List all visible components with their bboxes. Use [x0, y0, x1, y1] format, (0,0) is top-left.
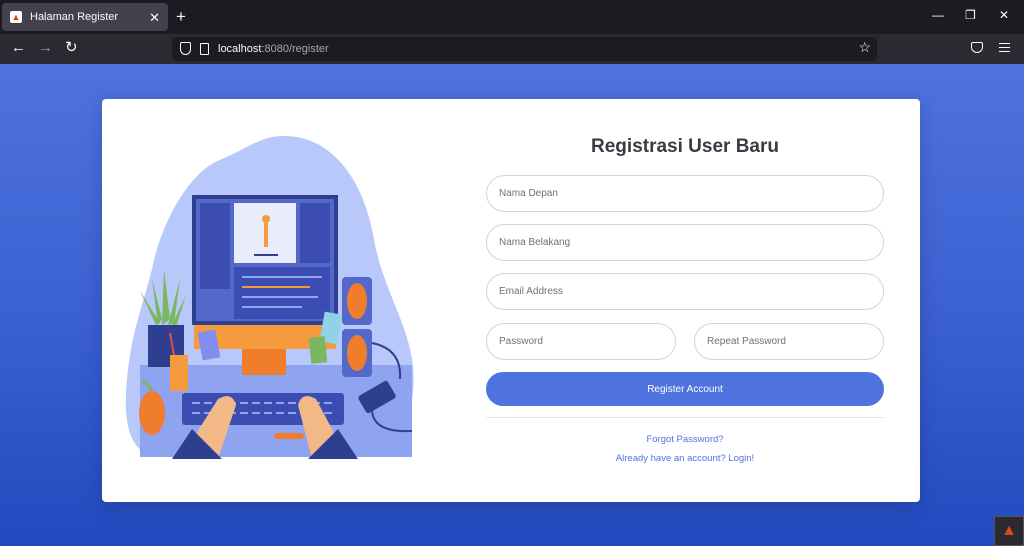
page-icon[interactable]	[200, 43, 209, 55]
page-background: Registrasi User Baru Register Account Fo…	[0, 64, 1024, 546]
plus-icon[interactable]: +	[176, 8, 186, 25]
url-text[interactable]: localhost:8080/register	[218, 43, 329, 55]
last-name-input[interactable]	[487, 225, 883, 260]
arrow-left-icon[interactable]: ←	[11, 40, 26, 55]
reload-icon[interactable]: ↻	[65, 40, 78, 55]
restore-icon[interactable]: ❐	[965, 9, 976, 21]
codeigniter-flame-icon: ▲	[1001, 522, 1017, 539]
divider	[486, 417, 884, 418]
tab-title: Halaman Register	[30, 11, 119, 23]
hamburger-menu-icon[interactable]	[999, 43, 1010, 52]
email-field[interactable]	[486, 273, 884, 310]
codeigniter-flame-icon: ▲	[10, 11, 22, 23]
password-input[interactable]	[487, 324, 675, 359]
tab-bar: ▲ Halaman Register ✕ + — ❐ ✕	[0, 0, 1024, 34]
shield-icon[interactable]	[180, 42, 191, 55]
url-path: :8080/register	[261, 43, 329, 55]
email-input[interactable]	[487, 274, 883, 309]
minimize-icon[interactable]: —	[932, 9, 944, 21]
repeat-password-input[interactable]	[695, 324, 883, 359]
close-icon[interactable]: ✕	[149, 11, 160, 24]
register-card: Registrasi User Baru Register Account Fo…	[102, 99, 920, 502]
password-field[interactable]	[486, 323, 676, 360]
page-title: Registrasi User Baru	[591, 136, 779, 157]
arrow-right-icon[interactable]: →	[38, 40, 53, 55]
codeigniter-toolbar-icon[interactable]: ▲	[994, 516, 1024, 546]
last-name-field[interactable]	[486, 224, 884, 261]
forgot-password-link[interactable]: Forgot Password?	[486, 434, 884, 445]
repeat-password-field[interactable]	[694, 323, 884, 360]
login-link[interactable]: Already have an account? Login!	[486, 453, 884, 464]
register-account-button[interactable]: Register Account	[486, 372, 884, 406]
browser-tab[interactable]: ▲ Halaman Register ✕	[2, 3, 168, 31]
close-icon[interactable]: ✕	[999, 9, 1009, 21]
first-name-input[interactable]	[487, 176, 883, 211]
first-name-field[interactable]	[486, 175, 884, 212]
star-icon[interactable]: ☆	[858, 40, 871, 54]
pocket-icon[interactable]	[971, 42, 983, 53]
navigation-bar: ← → ↻ localhost:8080/register ☆	[0, 34, 1024, 64]
url-host: localhost	[218, 43, 262, 55]
register-illustration	[125, 135, 414, 459]
address-bar[interactable]: localhost:8080/register ☆	[172, 37, 877, 61]
